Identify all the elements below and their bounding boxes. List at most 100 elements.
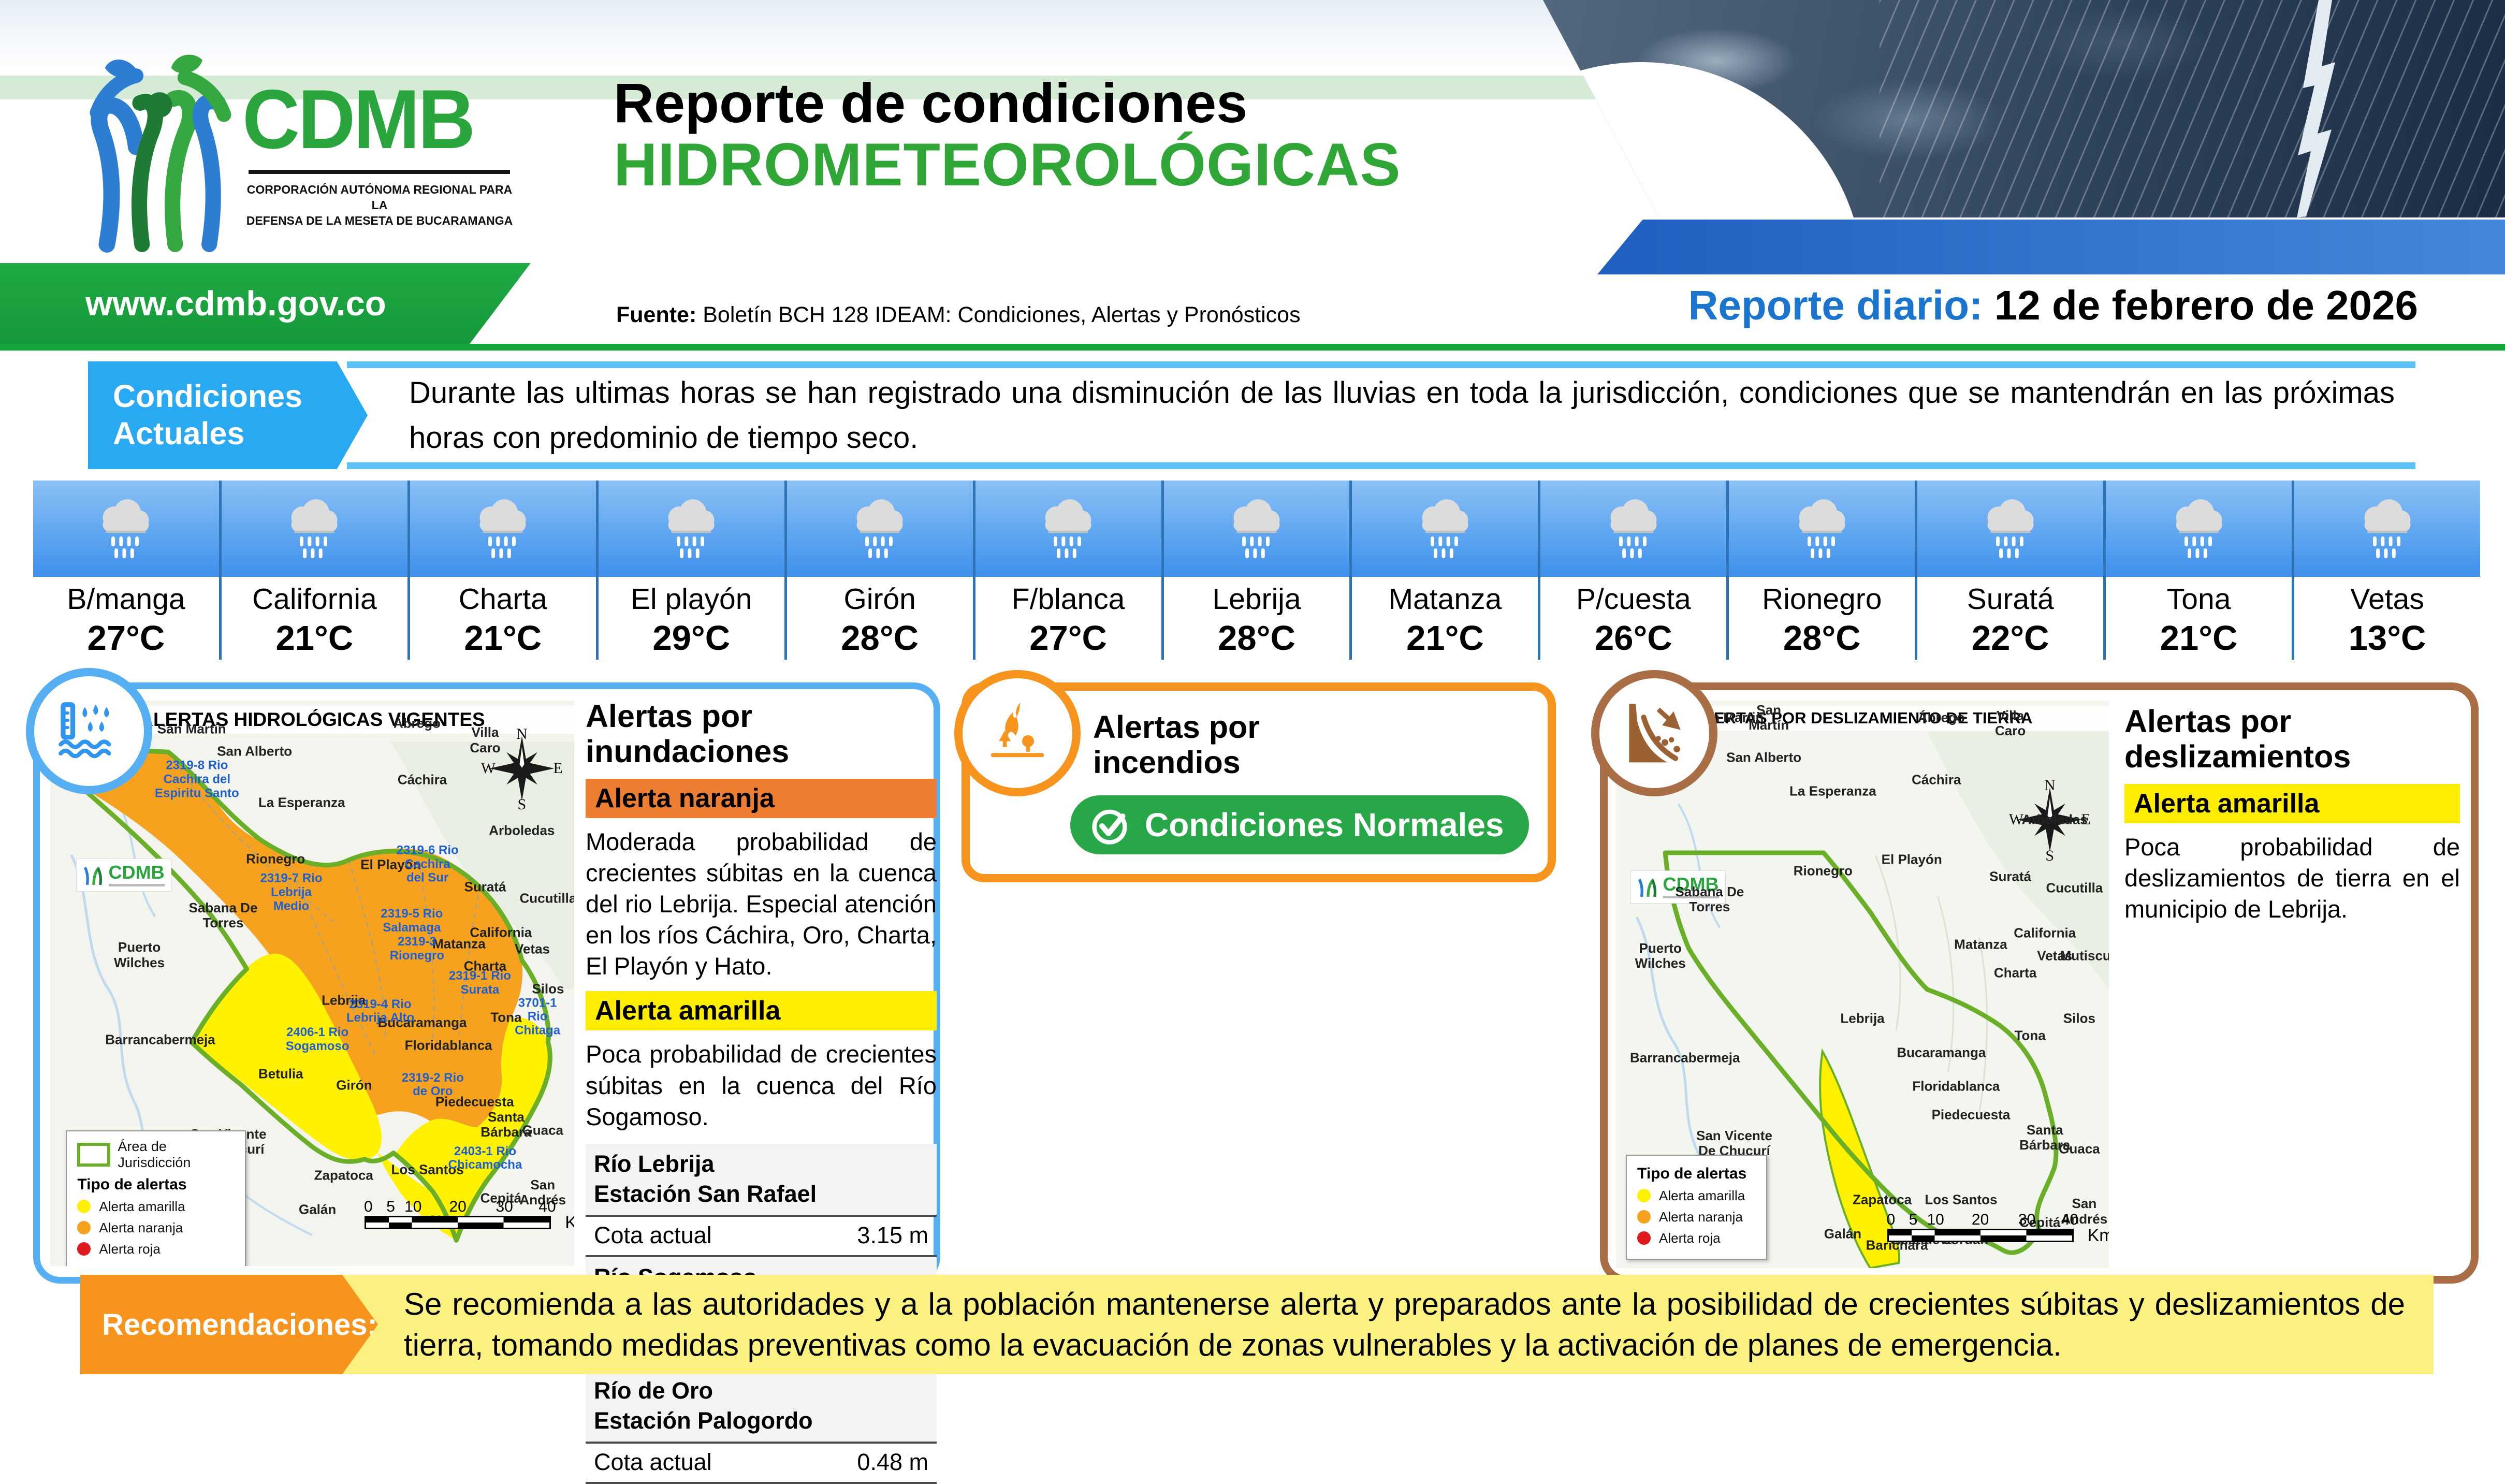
website-url[interactable]: www.cdmb.gov.co — [85, 284, 386, 324]
rain-cloud-icon — [1540, 481, 1726, 577]
legend-items: Alerta amarilla Alerta naranja Alerta ro… — [1637, 1188, 1755, 1246]
station-header: Río de Oro Estación Palogordo — [586, 1371, 937, 1444]
map-river-label: 2319-2 Rio de Oro — [402, 1071, 464, 1099]
legend-color-dot — [77, 1200, 91, 1213]
scale-strip — [365, 1216, 551, 1229]
rain-cloud-icon — [1729, 481, 1915, 577]
yellow-alert-header: Alerta amarilla — [586, 991, 937, 1030]
weather-station-cell: Tona 21°C — [2103, 481, 2292, 660]
map-place-label: Mutiscua — [2060, 949, 2109, 964]
legend-color-dot — [1637, 1210, 1651, 1224]
weather-station-cell: California 21°C — [219, 481, 407, 660]
rain-cloud-icon — [2106, 481, 2292, 577]
rain-cloud-icon — [975, 481, 1161, 577]
landslide-alerts-title: Alertas por deslizamientos — [2124, 704, 2460, 775]
normal-conditions-pill: Condiciones Normales — [1070, 795, 1529, 854]
legend-item: Alerta amarilla — [77, 1199, 235, 1215]
scale-tick: 5 — [1909, 1211, 1918, 1229]
map-place-label: Matanza — [1954, 937, 2007, 952]
map-place-label: Barrancabermeja — [1630, 1051, 1740, 1066]
scale-strip — [1887, 1229, 2074, 1242]
station-temperature: 21°C — [2106, 618, 2292, 658]
rain-cloud-icon — [410, 481, 596, 577]
station-name: Tona — [2106, 582, 2292, 616]
map-place-label: Tona — [2015, 1028, 2046, 1043]
yellow-alert-header: Alerta amarilla — [2124, 784, 2460, 823]
station-temperature: 21°C — [222, 618, 407, 658]
landslide-map-scale-bar: 0510203040 Km — [1887, 1211, 2074, 1242]
map-place-label: San Vicente De Chucurí — [1696, 1128, 1772, 1158]
weather-station-cell: B/manga 27°C — [33, 481, 219, 660]
map-place-label: Ábrego — [1918, 710, 1965, 725]
station-row: Cota actual 3.15 m — [586, 1217, 937, 1257]
yellow-alert-text: Poca probabilidad de crecientes súbitas … — [586, 1039, 937, 1132]
orange-alert-text: Moderada probabilidad de crecientes súbi… — [586, 826, 937, 982]
station-temperature: 21°C — [1352, 618, 1538, 658]
station-name: Estación San Rafael — [594, 1179, 928, 1210]
map-place-label: California — [2014, 926, 2076, 941]
station-temperature: 22°C — [1917, 618, 2103, 658]
station-name: Estación Palogordo — [594, 1406, 928, 1436]
landslide-map-legend: Tipo de alertas Alerta amarilla Alerta n… — [1626, 1155, 1767, 1260]
page-title-line2: HIDROMETEOROLÓGICAS — [614, 132, 1597, 197]
photo-blue-bar — [1597, 220, 2505, 274]
hydrology-icon — [56, 698, 122, 764]
report-date-line: Reporte diario: 12 de febrero de 2026 — [1688, 282, 2418, 329]
scale-tick: 30 — [496, 1198, 513, 1216]
station-name: California — [222, 582, 407, 616]
legend-color-dot — [77, 1242, 91, 1256]
map-river-label: 2403-1 Rio Chicamocha — [448, 1145, 522, 1173]
rain-cloud-icon — [33, 481, 219, 577]
source-label: Fuente: — [616, 302, 696, 327]
yellow-alert-text: Poca probabilidad de deslizamientos de t… — [2124, 832, 2460, 925]
legend-item: Alerta roja — [77, 1241, 235, 1257]
map-place-label: Zapatoca — [1853, 1192, 1912, 1207]
station-temperature: 28°C — [1164, 618, 1350, 658]
weather-station-cell: P/cuesta 26°C — [1538, 481, 1726, 660]
map-place-label: Silos — [2063, 1011, 2095, 1026]
flood-map: ALERTAS HIDROLÓGICAS VIGENTES N W E S CD… — [50, 701, 574, 1266]
legend-items: Alerta amarilla Alerta naranja Alerta ro… — [77, 1199, 235, 1257]
map-place-label: Villa Caro — [1995, 708, 2026, 738]
scale-unit: Km — [565, 1213, 574, 1233]
station-name: Charta — [410, 582, 596, 616]
recommendations-label: Recomendaciones: — [80, 1275, 378, 1374]
scale-tick: 20 — [1972, 1211, 1989, 1229]
station-name: B/manga — [33, 582, 219, 616]
map-place-label: Cucutilla — [2046, 880, 2103, 895]
weather-station-cell: Lebrija 28°C — [1161, 481, 1350, 660]
map-river-label: 2319-6 Rio Cachira del Sur — [397, 843, 459, 885]
fire-badge — [954, 670, 1081, 796]
weather-station-cell: El playón 29°C — [596, 481, 784, 660]
map-place-label: Suratá — [1989, 869, 2031, 884]
station-name: Rionegro — [1729, 582, 1915, 616]
weather-station-cell: Charta 21°C — [407, 481, 596, 660]
weather-station-cell: F/blanca 27°C — [973, 481, 1161, 660]
current-conditions-section: Durante las ultimas horas se han registr… — [88, 361, 2415, 469]
logo-divider — [249, 170, 510, 174]
legend-color-dot — [77, 1221, 91, 1234]
map-river-label: 2319-8 Rio Cachira del Espiritu Santo — [155, 759, 239, 801]
scale-tick: 10 — [404, 1198, 421, 1216]
station-name: Girón — [787, 582, 973, 616]
landslide-alerts-panel: ALERTAS POR DESLIZAMIENTO DE TIERRA N W … — [1600, 682, 2479, 1284]
flood-map-legend: Área de Jurisdicción Tipo de alertas Ale… — [66, 1130, 246, 1266]
station-name: El playón — [599, 582, 784, 616]
fire-icon — [984, 700, 1051, 766]
rain-cloud-icon — [1164, 481, 1350, 577]
weather-station-cell: Girón 28°C — [784, 481, 973, 660]
source-text: Boletín BCH 128 IDEAM: Condiciones, Aler… — [696, 302, 1300, 327]
station-name: P/cuesta — [1540, 582, 1726, 616]
rain-cloud-icon — [1917, 481, 2103, 577]
map-place-label: La Esperanza — [1789, 784, 1876, 799]
rain-cloud-icon — [2294, 481, 2480, 577]
cdmb-logo-figures-icon — [78, 51, 243, 253]
scale-tick: 40 — [2061, 1211, 2078, 1229]
map-place-label: Piedecuesta — [1932, 1108, 2011, 1123]
station-temperature: 29°C — [599, 618, 784, 658]
map-river-label: 2319-5 Rio Salamaga — [381, 907, 443, 935]
map-place-label: Guaca — [2059, 1141, 2100, 1156]
legend-area-row: Área de Jurisdicción — [77, 1139, 235, 1171]
website-banner[interactable]: www.cdmb.gov.co — [0, 263, 531, 344]
page-title: Reporte de condiciones HIDROMETEOROLÓGIC… — [614, 74, 1597, 198]
